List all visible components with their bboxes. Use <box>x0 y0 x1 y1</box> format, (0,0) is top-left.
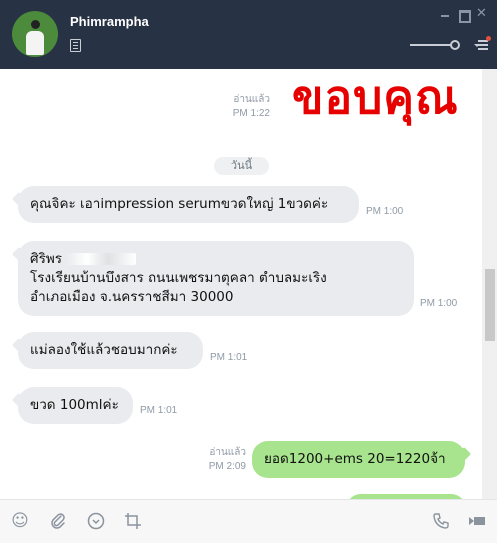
video-icon[interactable] <box>468 512 486 530</box>
chat-header: Phimrampha ✕ <box>0 0 497 69</box>
message-text: แม่ลองใช้แล้วชอบมากค่ะ <box>30 342 178 358</box>
maximize-icon[interactable] <box>458 9 471 23</box>
message-text: โรงเรียนบ้านบึงสาร ถนนเพชรมาตุคลา ตำบลมะ… <box>30 270 327 286</box>
attach-icon[interactable] <box>49 512 67 530</box>
message-text: อำเภอเมือง จ.นครราชสีมา 30000 <box>30 289 234 305</box>
chat-scrollbar[interactable] <box>482 69 497 499</box>
message-text: คุณจิคะ เอาimpression serumขวดใหญ่ 1ขวดค… <box>30 196 329 212</box>
read-status: อ่านแล้ว <box>233 94 270 105</box>
contact-name[interactable]: Phimrampha <box>70 14 149 29</box>
bubble-tail <box>456 446 472 462</box>
scrollbar-thumb[interactable] <box>485 269 495 341</box>
menu-icon[interactable] <box>474 36 491 50</box>
minimize-icon[interactable] <box>440 9 450 19</box>
date-separator: วันนี้ <box>214 157 269 175</box>
note-icon[interactable] <box>70 39 81 52</box>
message-text: ศิริพร <box>30 251 62 267</box>
message-time: PM 1:01 <box>140 405 178 416</box>
emoji-icon[interactable]: ☺ <box>11 512 29 530</box>
message-time: PM 2:09 <box>208 461 246 472</box>
message-time: PM 1:00 <box>420 298 458 309</box>
chat-area[interactable]: อ่านแล้ว PM 1:22 วันนี้ คุณจิคะ เอาimpre… <box>0 69 497 499</box>
message-time: PM 1:22 <box>232 108 270 119</box>
message-time: PM 1:00 <box>366 206 404 217</box>
bubble-tail <box>11 246 27 262</box>
bubble-tail <box>11 191 27 207</box>
message-bubble-incoming[interactable]: แม่ลองใช้แล้วชอบมากค่ะ <box>11 332 203 369</box>
redacted-text <box>66 253 137 265</box>
message-bubble-incoming[interactable]: คุณจิคะ เอาimpression serumขวดใหญ่ 1ขวดค… <box>11 186 359 223</box>
message-time: PM 1:01 <box>210 352 248 363</box>
slider-knob[interactable] <box>450 40 460 50</box>
close-icon[interactable]: ✕ <box>476 7 487 20</box>
message-text: ยอด1200+ems 20=1220จ้า <box>264 451 446 467</box>
crop-icon[interactable] <box>124 512 142 530</box>
message-bubble-incoming[interactable]: ศิริพร โรงเรียนบ้านบึงสาร ถนนเพชรมาตุคลา… <box>11 241 414 316</box>
input-toolbar: ☺ <box>0 499 497 543</box>
phone-icon[interactable] <box>432 512 450 530</box>
volume-slider[interactable] <box>410 40 462 50</box>
message-bubble-outgoing[interactable]: ยอด1200+ems 20=1220จ้า <box>252 441 472 478</box>
download-icon[interactable] <box>87 512 105 530</box>
message-text: ขวด 100mlค่ะ <box>30 397 119 413</box>
bubble-tail <box>11 337 27 353</box>
notification-dot <box>486 36 491 41</box>
contact-avatar[interactable] <box>12 11 58 57</box>
avatar-head <box>31 20 40 29</box>
avatar-body <box>26 31 44 55</box>
message-bubble-incoming[interactable]: ขวด 100mlค่ะ <box>11 387 133 424</box>
bubble-tail <box>11 392 27 408</box>
overlay-thankyou-text: ขอบคุณ <box>292 71 459 123</box>
read-status: อ่านแล้ว <box>209 447 246 458</box>
